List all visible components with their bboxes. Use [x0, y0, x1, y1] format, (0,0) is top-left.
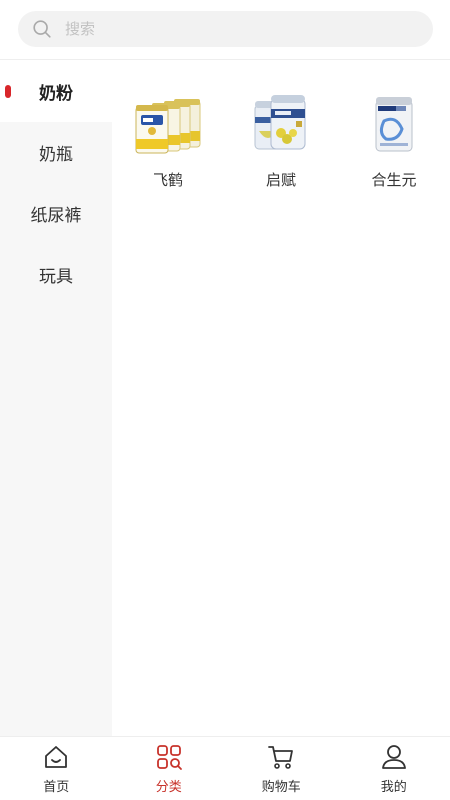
search-header — [0, 0, 450, 60]
tab-label: 首页 — [43, 780, 70, 795]
user-icon — [381, 745, 406, 769]
sidebar-item-label: 奶瓶 — [39, 145, 73, 165]
product-card-biostime[interactable]: 合生元 — [339, 91, 449, 190]
tab-home[interactable]: 首页 — [0, 737, 113, 800]
tab-label: 我的 — [380, 780, 407, 795]
product-name: 合生元 — [371, 171, 417, 189]
sidebar-item-label: 玩具 — [39, 267, 73, 287]
tab-cart[interactable]: 购物车 — [225, 737, 338, 800]
sidebar-item-milk-powder[interactable]: 奶粉 — [0, 61, 112, 122]
product-name: 启赋 — [265, 171, 296, 189]
sidebar-item-diapers[interactable]: 纸尿裤 — [0, 183, 112, 244]
tab-label: 分类 — [155, 780, 182, 795]
category-icon — [156, 745, 182, 770]
tab-category[interactable]: 分类 — [113, 737, 226, 800]
product-card-illuma[interactable]: 启赋 — [226, 91, 336, 190]
feihe-milk-powder-image — [135, 99, 201, 154]
active-indicator — [5, 85, 11, 98]
home-icon — [45, 746, 68, 768]
sidebar-item-label: 纸尿裤 — [30, 206, 82, 226]
tab-label: 购物车 — [261, 780, 301, 795]
product-name: 飞鹤 — [152, 171, 183, 189]
search-icon — [33, 20, 51, 38]
category-sidebar: 奶粉 奶瓶 纸尿裤 玩具 — [0, 61, 112, 736]
tab-mine[interactable]: 我的 — [338, 737, 450, 800]
sidebar-item-bottles[interactable]: 奶瓶 — [0, 122, 112, 183]
cart-icon — [268, 746, 294, 769]
sidebar-item-label: 奶粉 — [39, 84, 73, 104]
bottom-tab-bar: 首页 分类 购物车 我的 — [0, 736, 450, 800]
product-card-feihe[interactable]: 飞鹤 — [113, 91, 223, 190]
illuma-milk-powder-image — [254, 95, 306, 150]
search-input[interactable] — [65, 20, 405, 38]
biostime-milk-powder-image — [375, 97, 413, 152]
product-grid: 飞鹤 启赋 合生元 — [112, 61, 450, 736]
search-bar[interactable] — [18, 11, 433, 47]
sidebar-item-toys[interactable]: 玩具 — [0, 244, 112, 305]
